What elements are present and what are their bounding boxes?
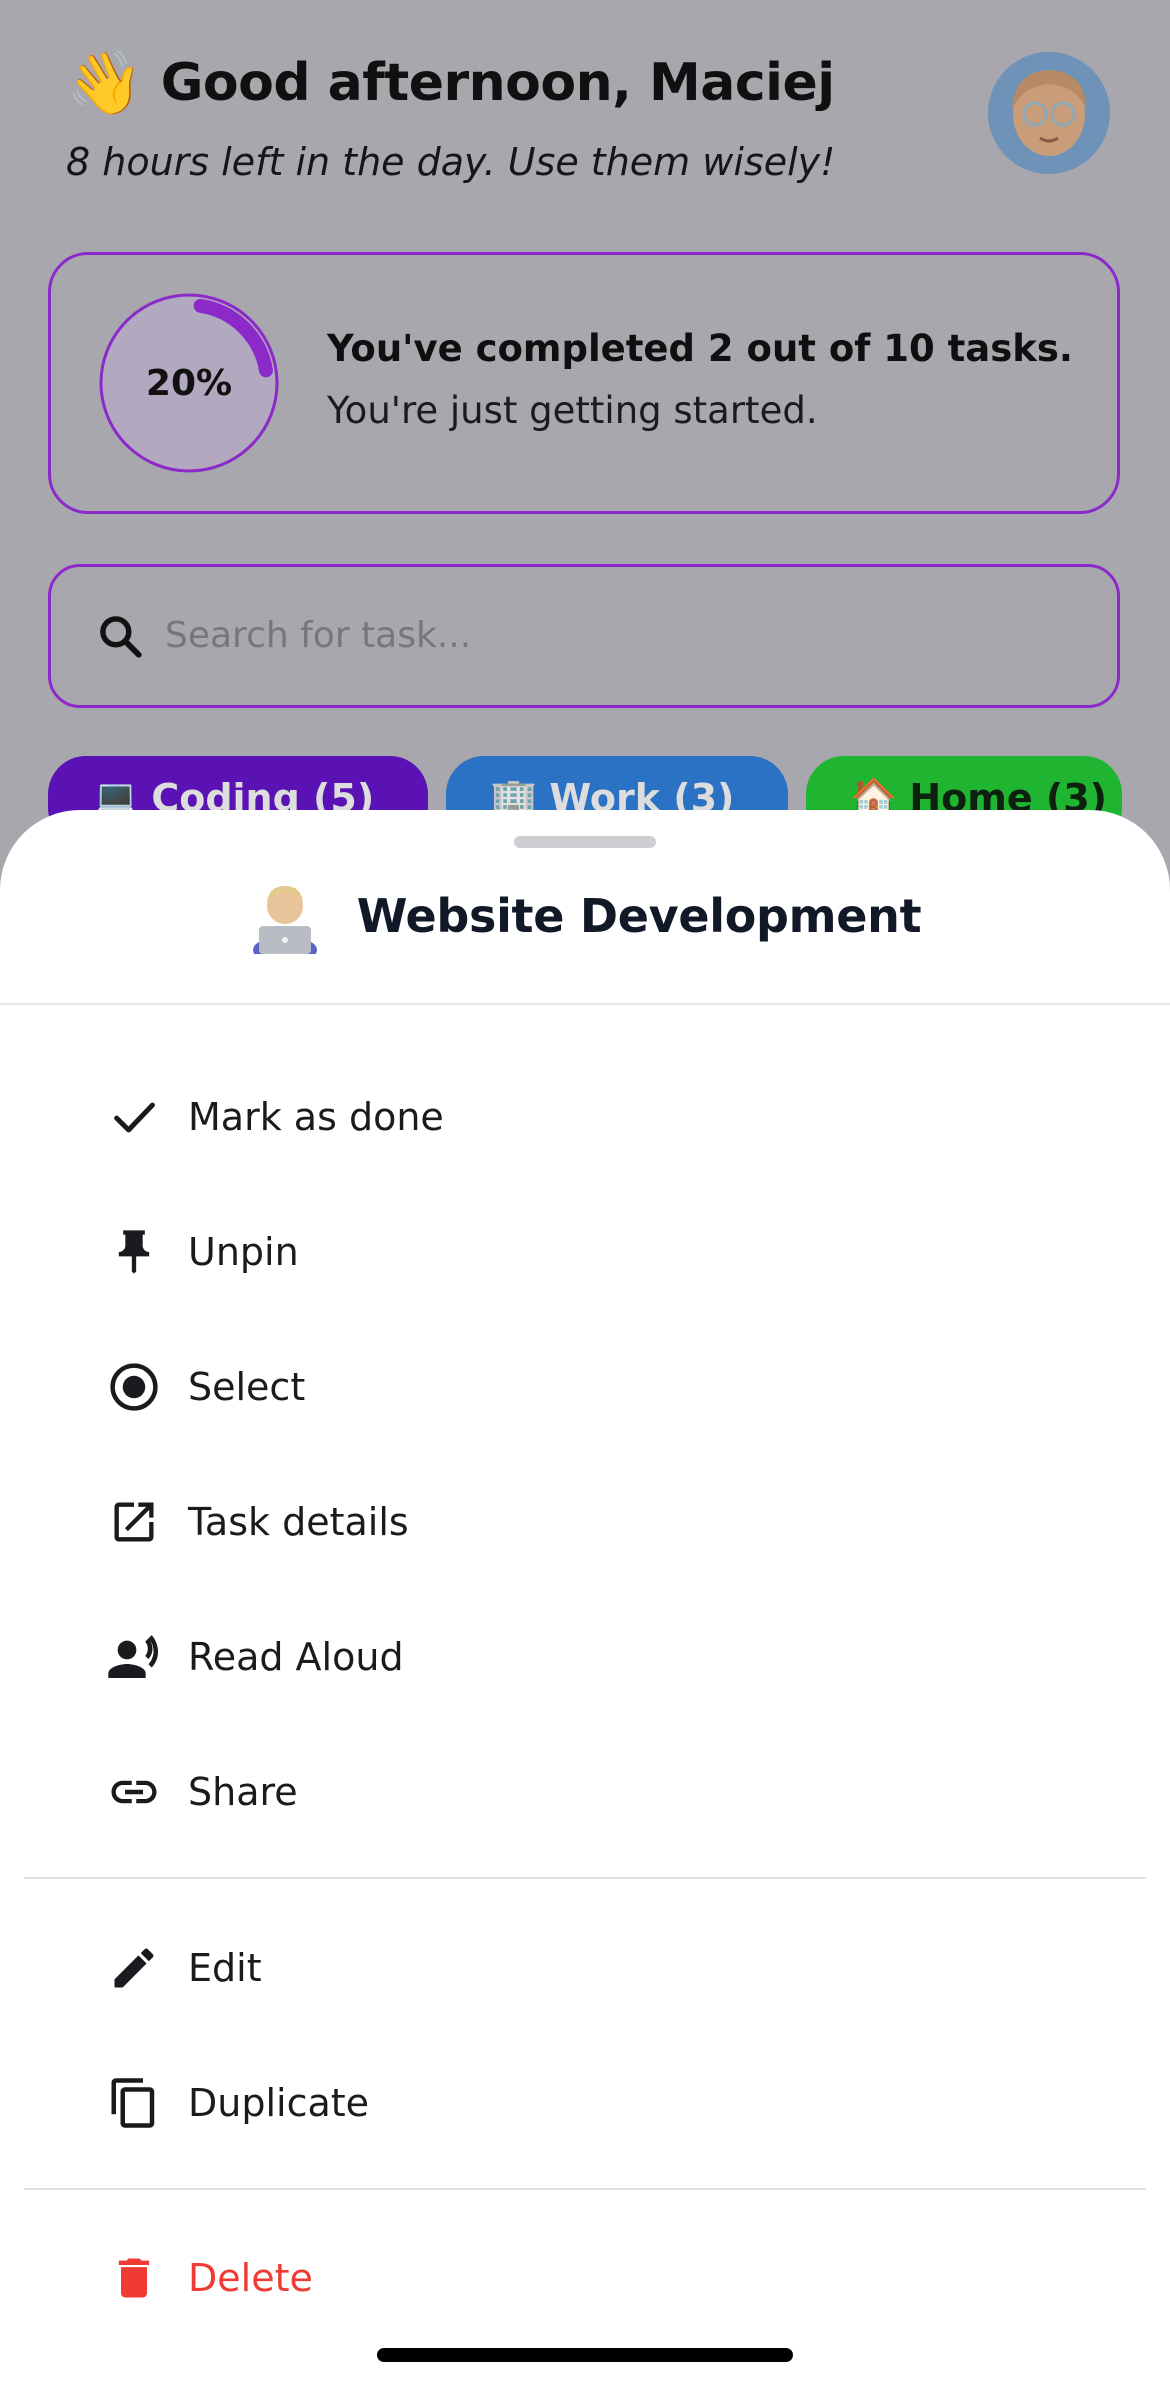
section-divider xyxy=(24,1877,1146,1879)
sheet-header: Website Development xyxy=(0,878,1170,954)
menu-item-share[interactable]: Share xyxy=(100,1742,1100,1842)
menu-item-label: Delete xyxy=(188,2256,313,2300)
menu-item-duplicate[interactable]: Duplicate xyxy=(100,2053,1100,2153)
progress-title: You've completed 2 out of 10 tasks. xyxy=(327,327,1073,370)
menu-item-mark-as-done[interactable]: Mark as done xyxy=(100,1067,1100,1167)
menu-item-select[interactable]: Select xyxy=(100,1337,1100,1437)
menu-item-label: Read Aloud xyxy=(188,1635,404,1679)
menu-item-edit[interactable]: Edit xyxy=(100,1918,1100,2018)
menu-item-delete[interactable]: Delete xyxy=(100,2228,1100,2328)
section-divider xyxy=(24,2188,1146,2190)
greeting-subtitle: 8 hours left in the day. Use them wisely… xyxy=(66,140,836,184)
task-actions-sheet: Website Development Mark as done Unpin S… xyxy=(0,810,1170,2391)
menu-item-label: Task details xyxy=(188,1500,409,1544)
link-icon xyxy=(100,1758,168,1826)
greeting: 👋 Good afternoon, Maciej xyxy=(66,52,835,114)
menu-item-label: Edit xyxy=(188,1946,262,1990)
menu-item-label: Unpin xyxy=(188,1230,299,1274)
search-placeholder: Search for task... xyxy=(165,615,472,656)
wave-emoji-icon: 👋 xyxy=(66,46,143,119)
check-icon xyxy=(100,1083,168,1151)
menu-item-read-aloud[interactable]: Read Aloud xyxy=(100,1607,1100,1707)
home-indicator[interactable] xyxy=(377,2348,793,2362)
greeting-text: Good afternoon, Maciej xyxy=(160,53,835,113)
progress-percent: 20% xyxy=(145,362,233,404)
progress-subtitle: You're just getting started. xyxy=(327,389,818,432)
menu-item-task-details[interactable]: Task details xyxy=(100,1472,1100,1572)
menu-item-label: Duplicate xyxy=(188,2081,370,2125)
search-icon xyxy=(100,616,142,658)
memoji-avatar-icon xyxy=(988,52,1110,174)
record-voice-icon xyxy=(100,1623,168,1691)
avatar[interactable] xyxy=(988,52,1110,174)
pencil-icon xyxy=(100,1934,168,2002)
menu-item-unpin[interactable]: Unpin xyxy=(100,1202,1100,1302)
copy-icon xyxy=(100,2069,168,2137)
menu-item-label: Share xyxy=(188,1770,298,1814)
menu-item-label: Mark as done xyxy=(188,1095,444,1139)
radio-selected-icon xyxy=(100,1353,168,1421)
open-in-new-icon xyxy=(100,1488,168,1556)
menu-item-label: Select xyxy=(188,1365,306,1409)
sheet-title: Website Development xyxy=(356,889,922,943)
technologist-emoji-icon xyxy=(252,886,317,954)
search-field[interactable]: Search for task... xyxy=(48,564,1120,708)
progress-card: 20% You've completed 2 out of 10 tasks. … xyxy=(48,252,1120,514)
pin-icon xyxy=(100,1218,168,1286)
trash-icon xyxy=(100,2244,168,2312)
drag-handle[interactable] xyxy=(514,836,656,848)
header-divider xyxy=(0,1003,1170,1005)
